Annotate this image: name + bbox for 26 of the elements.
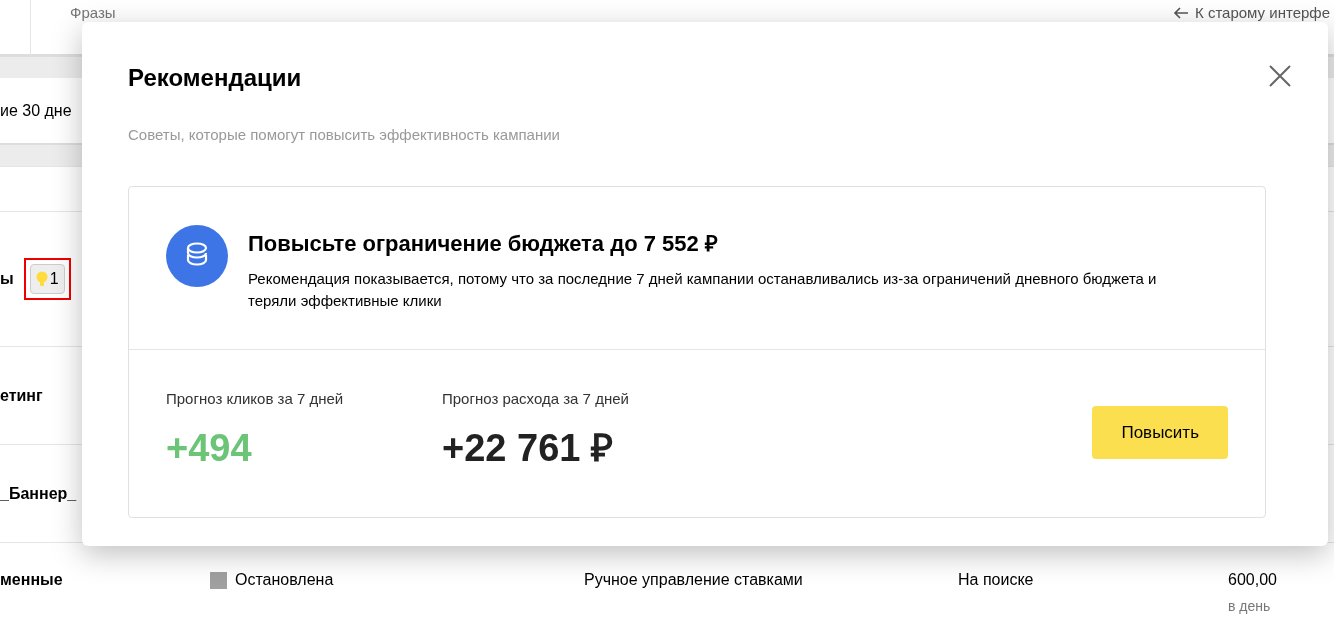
back-link[interactable]: К старому интерфе bbox=[1173, 2, 1330, 25]
campaign-name[interactable]: ы bbox=[0, 267, 14, 291]
status-text: Остановлена bbox=[235, 570, 334, 590]
budget-period: в день bbox=[1228, 597, 1272, 616]
recommendation-badge[interactable]: 1 bbox=[29, 264, 65, 294]
recommendation-description: Рекомендация показывается, потому что за последние 7 дней кампании останавливались из-за ограничений дневного бюджета и теряли эффективные клики bbox=[248, 268, 1158, 311]
metric-label: Прогноз расхода за 7 дней bbox=[442, 388, 629, 409]
metric-label: Прогноз кликов за 7 дней bbox=[166, 388, 345, 409]
recommendation-heading: Повысьте ограничение бюджета до 7 552 ₽ bbox=[248, 229, 719, 258]
metric-value: +494 bbox=[166, 426, 253, 471]
campaign-name[interactable]: _Баннер_ bbox=[0, 481, 77, 506]
lightbulb-icon bbox=[35, 271, 48, 287]
tab-label[interactable]: Фразы bbox=[70, 2, 116, 25]
arrow-left-icon bbox=[1173, 7, 1189, 20]
strategy-text: Ручное управление ставками bbox=[584, 570, 804, 590]
campaign-name[interactable]: менные bbox=[0, 568, 210, 592]
modal-title: Рекомендации bbox=[128, 63, 302, 93]
campaign-name[interactable]: етинг bbox=[0, 383, 43, 408]
metric-value: +22 761 ₽ bbox=[442, 426, 614, 471]
coins-icon bbox=[166, 224, 228, 287]
column-header: ие 30 дне bbox=[0, 100, 72, 121]
modal-subtitle: Советы, которые помогут повысить эффективность кампании bbox=[128, 125, 561, 145]
placement-text: На поиске bbox=[958, 570, 1035, 590]
close-button[interactable] bbox=[1268, 64, 1292, 88]
increase-button[interactable]: Повысить bbox=[1092, 405, 1228, 459]
budget-value: 600,00 bbox=[1228, 570, 1277, 590]
